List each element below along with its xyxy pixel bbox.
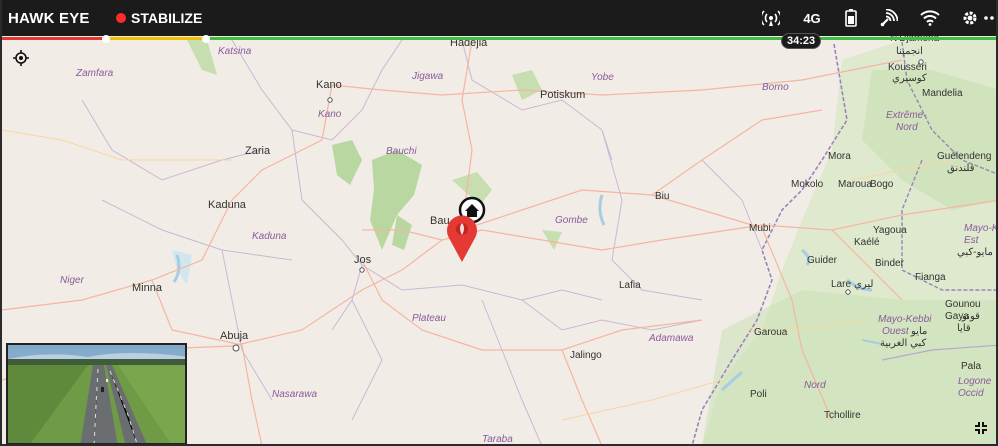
place-zaria: Zaria [245,145,271,157]
place-mokolo: Mokolo [791,179,824,190]
place-yobe: Yobe [591,72,614,83]
place-mandelia: Mandelia [922,88,963,99]
place-guelendeng: Guélendeng [937,151,992,162]
camera-feed-pip[interactable] [6,343,187,444]
place-jalingo: Jalingo [570,350,602,361]
vehicle-position-pin-icon[interactable] [445,212,479,264]
place-mayo-kebbi-ouest: Mayo-Kebbi [878,314,932,325]
place-kano: Kano [316,79,342,91]
more-icon[interactable] [982,9,996,27]
timeline-marker-start[interactable] [102,35,110,43]
timeline-yellow-segment [106,37,206,40]
place-nasarawa: Nasarawa [272,389,318,400]
place-kaele: Kaélé [854,237,880,248]
place-pala: Pala [961,361,982,372]
place-kaduna: Kaduna [208,199,246,211]
place-mayo-kebbi-est: Mayo-K [964,223,998,234]
center-on-vehicle-button[interactable] [13,50,29,66]
place-bogo: Bogo [870,179,894,190]
place-katsina: Katsina [218,46,252,57]
place-garoua: Garoua [754,327,788,338]
place-lare: Lare [831,279,852,290]
place-mubi: Mubi [749,223,771,234]
place-nord: Nord [804,380,826,391]
place-ndjamena-ar: انجمينا [896,46,923,57]
place-plateau: Plateau [412,313,446,324]
place-lafia: Lafia [619,280,641,291]
app-title: HAWK EYE [8,10,90,27]
place-lare-ar: ليري [854,279,874,290]
place-guelendeng-ar: قلندنق [947,163,975,174]
place-mayo-kebbi-ouest-ar: مايو [911,326,928,337]
timeline-green-segment [206,37,996,40]
place-gombe: Gombe [555,215,588,226]
flight-mode-label: STABILIZE [131,10,203,26]
place-extreme-nord: Extrême- [886,110,927,121]
place-mayo-kebbi-est-ar: مايو-كبي [957,247,993,258]
battery-icon[interactable] [841,9,861,27]
place-kousseri: Kousséri [888,62,927,73]
place-guider: Guider [807,255,838,266]
place-taraba: Taraba [482,434,513,445]
flight-mode-selector[interactable]: STABILIZE [116,10,202,26]
place-mayo-kebbi-ouest-2: Ouest [882,326,909,337]
place-logone: Logone [958,376,992,387]
place-occidental: Occid [958,388,984,399]
place-jigawa: Jigawa [412,71,444,82]
mode-indicator-dot [116,13,126,23]
crosshair-icon [13,50,29,66]
camera-feed-image [8,345,185,443]
fullscreen-toggle-button[interactable] [974,421,988,435]
telemetry-icon[interactable] [761,9,781,27]
top-status-bar: HAWK EYE STABILIZE 4G [2,0,996,36]
place-zamfara: Zamfara [76,68,114,79]
place-tchollire: Tchollire [824,410,861,421]
place-gounou: Gounou [945,299,981,310]
timeline-red-segment [2,37,106,40]
place-gounou-ar: قونو [962,311,980,322]
place-kaduna-state: Kaduna [252,231,287,242]
place-binder: Binder [875,258,904,269]
settings-icon[interactable] [960,9,980,27]
place-yagoua: Yagoua [873,225,907,236]
rc-signal-icon[interactable] [879,9,899,27]
place-mayo-kebbi-ouest-ar-2: كبي الغربية [880,338,927,349]
place-borno: Borno [762,82,789,93]
place-mora: Mora [828,151,851,162]
wifi-icon[interactable] [920,9,940,27]
place-gounou-ar-2: قايا [957,323,971,334]
place-poli: Poli [750,389,767,400]
place-niger: Niger [60,275,84,286]
place-maroua: Maroua [838,179,872,190]
elapsed-time-badge: 34:23 [781,33,822,49]
place-kousseri-ar: كوسيري [892,73,927,84]
place-abuja: Abuja [220,330,249,342]
place-extreme-nord-2: Nord [896,122,918,133]
collapse-arrows-icon [975,422,987,434]
place-biu: Biu [655,191,670,202]
hawk-eye-app: Hadejia Katsina Zamfara Kano Kano Jigawa… [0,0,998,446]
place-potiskum: Potiskum [540,89,586,101]
place-fianga: Fianga [915,272,946,283]
timeline-marker-end[interactable] [202,35,210,43]
place-adamawa: Adamawa [649,333,694,344]
place-mayo-kebbi-est-2: Est [964,235,979,246]
place-minna: Minna [132,282,162,294]
place-kano-state: Kano [318,109,342,120]
place-jos: Jos [354,254,372,266]
flight-timeline[interactable] [2,35,996,43]
lte-icon[interactable]: 4G [802,9,822,27]
place-bauchi-state: Bauchi [386,146,417,157]
